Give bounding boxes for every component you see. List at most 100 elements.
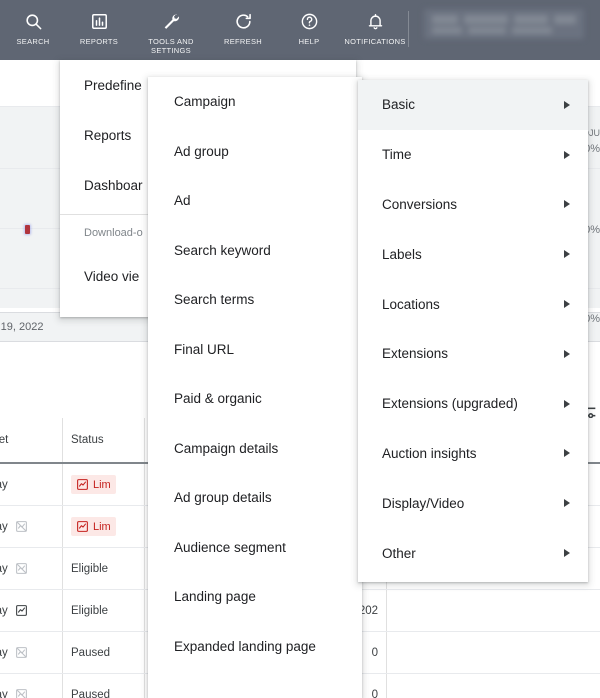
account-search-field[interactable] — [424, 9, 584, 39]
budget-value: /day — [0, 604, 8, 617]
reports-menu-item-label: Reports — [84, 127, 132, 143]
header-button-refresh[interactable]: REFRESH — [210, 0, 276, 60]
help-circle-icon — [300, 10, 319, 32]
dimensions-menu-item-campaign[interactable]: Campaign — [148, 77, 362, 127]
report-category-item-labels[interactable]: Labels — [358, 229, 588, 279]
header-label-refresh: REFRESH — [224, 37, 262, 46]
cell-status: Paused — [62, 632, 144, 673]
column-header-status[interactable]: Status — [62, 418, 144, 462]
date-range-label: ay 19, 2022 — [0, 321, 44, 333]
header-label-help: HELP — [298, 37, 320, 46]
header-label-notifications: NOTIFICATIONS — [344, 37, 406, 46]
chevron-right-icon — [564, 300, 570, 309]
report-category-menu-items: Basic Time Conversions Labels Locations Exten… — [358, 80, 588, 578]
dimensions-menu-item-label: Expanded landing page — [174, 638, 316, 654]
report-category-item-conversions[interactable]: Conversions — [358, 180, 588, 230]
cell-status: Paused — [62, 674, 144, 698]
chevron-right-icon — [564, 250, 570, 259]
report-category-item-label: Labels — [382, 246, 422, 262]
chart-icon[interactable] — [15, 604, 28, 617]
header-button-search[interactable]: SEARCH — [0, 0, 66, 60]
chart-off-icon[interactable] — [15, 520, 28, 533]
dimensions-menu-item-search-keyword[interactable]: Search keyword — [148, 226, 362, 276]
report-category-item-label: Extensions — [382, 346, 449, 362]
chevron-right-icon — [564, 349, 570, 358]
dimensions-menu-item-final-url[interactable]: Final URL — [148, 325, 362, 375]
chart-off-icon[interactable] — [15, 688, 28, 698]
cell-budget: /day — [0, 632, 62, 673]
report-category-item-label: Auction insights — [382, 445, 477, 461]
dimensions-menu-item-label: Ad group details — [174, 490, 272, 506]
search-icon — [24, 10, 43, 32]
dimensions-menu-item-ad-group-details[interactable]: Ad group details — [148, 473, 362, 523]
cell-status: Eligible — [62, 590, 144, 631]
budget-value: /day — [0, 562, 8, 575]
header-label-search: SEARCH — [16, 37, 50, 46]
report-category-item-display-video[interactable]: Display/Video — [358, 478, 588, 528]
header-button-notifications[interactable]: NOTIFICATIONS — [342, 0, 408, 60]
cell-status: Lim — [62, 506, 144, 547]
chevron-right-icon — [564, 200, 570, 209]
report-category-item-label: Extensions (upgraded) — [382, 396, 518, 412]
chart-icon — [76, 478, 89, 491]
column-header-budget[interactable]: dget — [0, 418, 62, 462]
cell-status: Eligible — [62, 548, 144, 589]
header-button-help[interactable]: HELP — [276, 0, 342, 60]
dimensions-menu-item-label: Search keyword — [174, 242, 271, 258]
budget-value: /day — [0, 688, 8, 698]
header-button-reports[interactable]: REPORTS — [66, 0, 132, 60]
budget-value: /day — [0, 478, 8, 491]
dimensions-menu-items: Campaign Ad group Ad Search keyword Search t… — [148, 77, 362, 671]
status-badge[interactable]: Lim — [71, 517, 116, 536]
wrench-icon — [161, 10, 181, 32]
status-badge-label: Lim — [93, 520, 111, 533]
cell-budget: /day — [0, 548, 62, 589]
report-category-item-auction-insights[interactable]: Auction insights — [358, 429, 588, 479]
budget-value: /day — [0, 646, 8, 659]
dimensions-menu-item-expanded-landing-page[interactable]: Expanded landing page — [148, 622, 362, 672]
report-category-item-extensions-upgraded[interactable]: Extensions (upgraded) — [358, 379, 588, 429]
dimensions-menu-item-landing-page[interactable]: Landing page — [148, 572, 362, 622]
report-category-item-locations[interactable]: Locations — [358, 279, 588, 329]
cell-impressions-value: 0 — [371, 646, 378, 659]
cell-budget: /day — [0, 464, 62, 505]
dimensions-menu-item-label: Audience segment — [174, 539, 286, 555]
header-button-tools-and-settings[interactable]: TOOLS AND SETTINGS — [132, 0, 210, 60]
cell-budget: /day — [0, 506, 62, 547]
status-badge[interactable]: Lim — [71, 475, 116, 494]
cell-budget: /day — [0, 674, 62, 698]
report-category-item-extensions[interactable]: Extensions — [358, 329, 588, 379]
app-root: ay 19, 2022 s DJU 0% 0% 0% ng dget Statu… — [0, 0, 600, 698]
dimensions-menu-item-label: Paid & organic — [174, 391, 262, 407]
report-category-item-basic[interactable]: Basic — [358, 80, 588, 130]
bar-chart-icon — [90, 10, 109, 32]
dimensions-menu-item-audience-segment[interactable]: Audience segment — [148, 523, 362, 573]
chevron-right-icon — [564, 399, 570, 408]
report-category-item-other[interactable]: Other — [358, 528, 588, 578]
cell-trailing — [386, 632, 446, 673]
status-label: Paused — [71, 646, 111, 659]
report-category-item-label: Display/Video — [382, 495, 465, 511]
dimensions-menu-item-paid-organic[interactable]: Paid & organic — [148, 374, 362, 424]
dimensions-menu-item-ad-group[interactable]: Ad group — [148, 127, 362, 177]
report-category-item-time[interactable]: Time — [358, 130, 588, 180]
cell-trailing — [386, 674, 446, 698]
chevron-right-icon — [564, 100, 570, 109]
chart-off-icon[interactable] — [15, 646, 28, 659]
dimensions-menu-item-label: Landing page — [174, 589, 256, 605]
status-label: Eligible — [71, 562, 109, 575]
dimensions-menu-item-campaign-details[interactable]: Campaign details — [148, 424, 362, 474]
status-badge-label: Lim — [93, 478, 111, 491]
report-category-item-label: Other — [382, 545, 416, 561]
chart-off-icon[interactable] — [15, 562, 28, 575]
reports-menu-item-label: Predefine — [84, 77, 142, 93]
chart-data-point — [25, 225, 30, 234]
status-label: Paused — [71, 688, 111, 698]
dimensions-menu-item-search-terms[interactable]: Search terms — [148, 275, 362, 325]
report-category-item-label: Conversions — [382, 196, 458, 212]
chevron-right-icon — [564, 150, 570, 159]
dimensions-menu-item-ad[interactable]: Ad — [148, 176, 362, 226]
status-label: Eligible — [71, 604, 109, 617]
cell-impressions-value: 0 — [371, 688, 378, 698]
cell-status: Lim — [62, 464, 144, 505]
